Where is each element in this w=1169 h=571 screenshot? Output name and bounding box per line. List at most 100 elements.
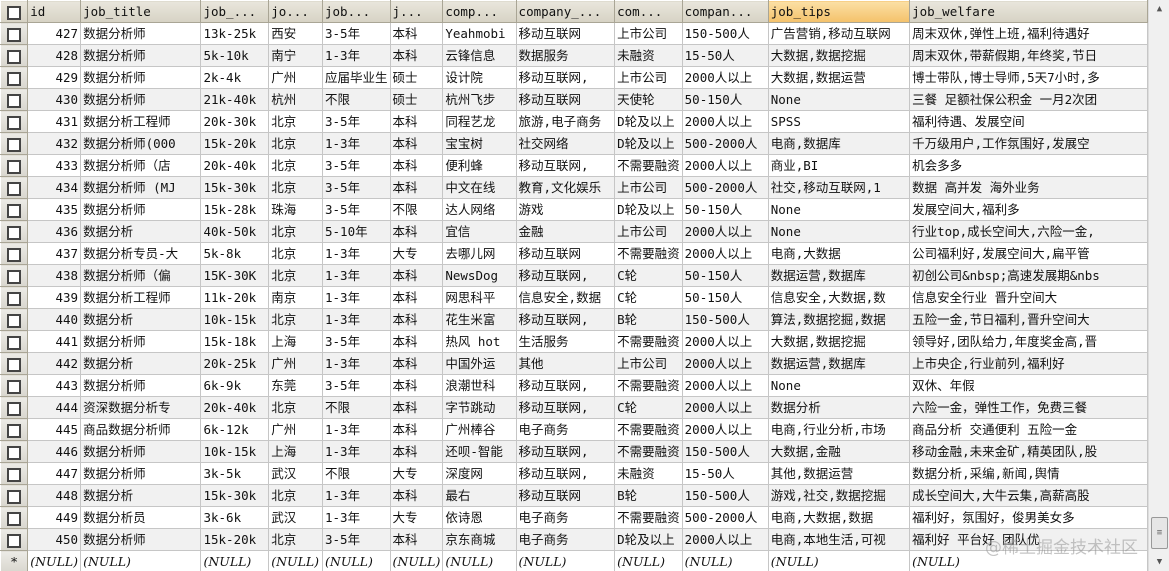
table-cell[interactable]: 448 <box>27 484 82 507</box>
table-cell[interactable]: 博士带队,博士导师,5天7小时,多 <box>909 66 1148 89</box>
table-cell[interactable]: 北京 <box>268 528 323 551</box>
table-cell[interactable]: 依诗恩 <box>442 506 517 529</box>
table-cell[interactable]: D轮及以上 <box>614 132 683 155</box>
table-cell[interactable]: 初创公司&nbsp;高速发展期&nbs <box>909 264 1148 287</box>
column-header-11[interactable]: job_welfare <box>909 0 1148 23</box>
table-cell[interactable]: 数据分析 <box>80 220 202 243</box>
table-cell[interactable]: 427 <box>27 22 82 45</box>
table-cell[interactable]: 本科 <box>389 44 444 67</box>
table-cell[interactable]: 深度网 <box>442 462 517 485</box>
table-cell[interactable]: 本科 <box>389 308 444 331</box>
table-cell[interactable]: 5-10年 <box>322 220 391 243</box>
table-cell[interactable]: 电商,大数据,数据 <box>767 506 911 529</box>
table-cell[interactable]: 本科 <box>389 352 444 375</box>
table-cell[interactable]: 2000人以上 <box>681 528 769 551</box>
table-cell[interactable]: 不需要融资 <box>614 440 683 463</box>
table-cell[interactable]: 字节跳动 <box>442 396 517 419</box>
table-cell[interactable]: 本科 <box>389 330 444 353</box>
table-row[interactable]: 440 数据分析 10k-15k 北京 1-3年 本科 花生米富 移动互联网, B轮 150-50… <box>0 308 1148 331</box>
table-cell[interactable]: 上市公司 <box>614 22 683 45</box>
table-cell[interactable]: 1-3年 <box>322 484 391 507</box>
table-cell[interactable]: 大数据,金融 <box>767 440 911 463</box>
table-cell[interactable]: 本科 <box>389 396 444 419</box>
table-cell[interactable]: 中国外运 <box>442 352 517 375</box>
null-cell[interactable]: (NULL) <box>442 550 517 571</box>
table-row[interactable]: 427 数据分析师 13k-25k 西安 3-5年 本科 Yeahmobi 移动互联网 上市公司… <box>0 22 1148 45</box>
table-cell[interactable]: 还呗-智能 <box>442 440 517 463</box>
row-select-checkbox[interactable] <box>0 330 29 353</box>
row-select-checkbox[interactable] <box>0 110 29 133</box>
table-cell[interactable]: 441 <box>27 330 82 353</box>
table-cell[interactable]: 上市公司 <box>614 176 683 199</box>
table-cell[interactable]: 2000人以上 <box>681 396 769 419</box>
column-header-2[interactable]: job_... <box>200 0 270 23</box>
table-cell[interactable]: 移动互联网, <box>515 462 616 485</box>
row-select-checkbox[interactable] <box>0 484 29 507</box>
table-cell[interactable]: 电子商务 <box>515 528 616 551</box>
table-cell[interactable]: 移动互联网 <box>515 22 616 45</box>
table-cell[interactable]: 2000人以上 <box>681 66 769 89</box>
table-cell[interactable]: 437 <box>27 242 82 265</box>
table-cell[interactable]: 移动互联网, <box>515 396 616 419</box>
table-cell[interactable]: 446 <box>27 440 82 463</box>
table-cell[interactable]: 10k-15k <box>200 440 270 463</box>
null-cell[interactable]: (NULL) <box>767 550 911 571</box>
table-cell[interactable]: 15k-20k <box>200 132 270 155</box>
table-cell[interactable]: 发展空间大,福利多 <box>909 198 1148 221</box>
table-cell[interactable]: 不限 <box>322 88 391 111</box>
table-cell[interactable]: 不需要融资 <box>614 242 683 265</box>
table-cell[interactable]: 数据分析工程师 <box>80 286 202 309</box>
table-cell[interactable]: 福利好，氛围好，俊男美女多 <box>909 506 1148 529</box>
table-cell[interactable]: C轮 <box>614 396 683 419</box>
table-cell[interactable]: 6k-9k <box>200 374 270 397</box>
table-cell[interactable]: 434 <box>27 176 82 199</box>
table-cell[interactable]: 6k-12k <box>200 418 270 441</box>
table-cell[interactable]: 北京 <box>268 220 323 243</box>
table-cell[interactable]: 442 <box>27 352 82 375</box>
table-cell[interactable]: 电商,本地生活,可视 <box>767 528 911 551</box>
table-cell[interactable]: 数据运营,数据库 <box>767 264 911 287</box>
table-cell[interactable]: NewsDog <box>442 264 517 287</box>
column-header-10[interactable]: job_tips <box>767 0 911 23</box>
table-cell[interactable]: D轮及以上 <box>614 198 683 221</box>
table-cell[interactable]: 云锋信息 <box>442 44 517 67</box>
row-select-checkbox[interactable] <box>0 418 29 441</box>
table-cell[interactable]: 大数据,数据挖掘 <box>767 44 911 67</box>
table-cell[interactable]: 未融资 <box>614 44 683 67</box>
table-cell[interactable]: 1-3年 <box>322 308 391 331</box>
table-cell[interactable]: 上市公司 <box>614 66 683 89</box>
row-select-checkbox[interactable] <box>0 264 29 287</box>
null-cell[interactable]: (NULL) <box>200 550 270 571</box>
row-select-checkbox[interactable] <box>0 396 29 419</box>
table-cell[interactable]: 便利蜂 <box>442 154 517 177</box>
table-cell[interactable]: 不限 <box>322 462 391 485</box>
table-cell[interactable]: 金融 <box>515 220 616 243</box>
table-cell[interactable]: 数据分析 <box>80 308 202 331</box>
table-cell[interactable]: 2000人以上 <box>681 352 769 375</box>
table-cell[interactable]: 本科 <box>389 264 444 287</box>
table-cell[interactable]: 游戏 <box>515 198 616 221</box>
table-cell[interactable]: 移动金融,未来金矿,精英团队,股 <box>909 440 1148 463</box>
table-cell[interactable]: 2000人以上 <box>681 330 769 353</box>
table-row[interactable]: 450 数据分析师 15k-20k 北京 3-5年 本科 京东商城 电子商务 D轮及以上 2000… <box>0 528 1148 551</box>
table-cell[interactable]: 431 <box>27 110 82 133</box>
table-cell[interactable]: 广州 <box>268 66 323 89</box>
table-row[interactable]: 439 数据分析工程师 11k-20k 南京 1-3年 本科 网思科平 信息安全,数据 C轮 50… <box>0 286 1148 309</box>
row-select-checkbox[interactable] <box>0 154 29 177</box>
table-cell[interactable]: 上海 <box>268 440 323 463</box>
table-cell[interactable]: 杭州飞步 <box>442 88 517 111</box>
table-cell[interactable]: 3-5年 <box>322 528 391 551</box>
table-cell[interactable]: 15k-18k <box>200 330 270 353</box>
table-cell[interactable]: 领导好,团队给力,年度奖金高,晋 <box>909 330 1148 353</box>
table-cell[interactable]: 不需要融资 <box>614 374 683 397</box>
table-cell[interactable]: 商品数据分析师 <box>80 418 202 441</box>
table-cell[interactable]: 15K-30K <box>200 264 270 287</box>
table-cell[interactable]: 430 <box>27 88 82 111</box>
table-cell[interactable]: 433 <box>27 154 82 177</box>
table-cell[interactable]: 福利待遇、发展空间 <box>909 110 1148 133</box>
table-cell[interactable]: B轮 <box>614 308 683 331</box>
table-cell[interactable]: 双休、年假 <box>909 374 1148 397</box>
table-cell[interactable]: 最右 <box>442 484 517 507</box>
table-cell[interactable]: 436 <box>27 220 82 243</box>
table-cell[interactable]: 数据分析员 <box>80 506 202 529</box>
